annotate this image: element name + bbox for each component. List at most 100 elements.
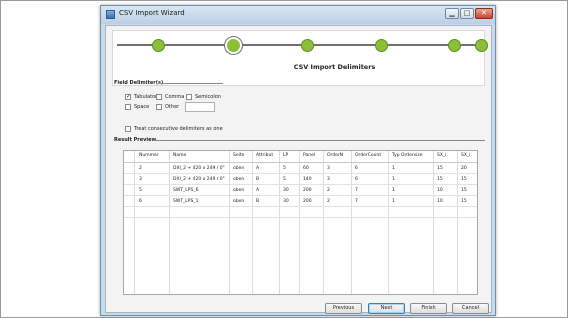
table-row[interactable]: 5 SWT_LPS_6 oben A 30 200 2 7 1 10 15 [124, 185, 477, 196]
cell-lp: 5 [283, 166, 286, 171]
cell-ordern: 2 [327, 199, 330, 204]
cell-panel: 200 [303, 188, 312, 193]
step-6-icon [475, 39, 488, 52]
other-delimiter-input[interactable] [185, 102, 215, 112]
treat-consecutive-checkbox[interactable] [125, 126, 131, 132]
semicolon-label: Semicolon [195, 94, 221, 100]
table-row[interactable]: 2 DXI_2 + 420 x 249 / 0° oben A 5 60 3 6… [124, 163, 477, 174]
wizard-content: CSV Import Delimiters Field Delimiter(s)… [105, 25, 492, 314]
cell-sx-l: 10 [437, 199, 443, 204]
space-checkbox[interactable] [125, 104, 131, 110]
title-bar[interactable]: CSV Import Wizard ▁ □ ✕ [101, 6, 495, 24]
cell-panel: 200 [303, 199, 312, 204]
comma-label: Comma [165, 94, 185, 100]
column-header-nummer[interactable]: Nummer [139, 153, 159, 158]
minimize-button[interactable]: ▁ [445, 8, 459, 19]
cell-seite: oben [233, 166, 245, 171]
table-row[interactable]: 6 SWT_LPS_1 oben B 30 200 2 7 1 10 15 [124, 196, 477, 207]
column-header-ordern[interactable]: OrderN [327, 153, 343, 158]
cell-ordern: 3 [327, 177, 330, 182]
next-button[interactable]: Next [368, 303, 405, 314]
field-delimiters-rule [158, 83, 223, 84]
result-preview-rule [153, 140, 485, 141]
cell-ordercount: 6 [355, 177, 358, 182]
cell-nummer: 5 [139, 188, 142, 193]
column-header-ordercount[interactable]: OrderCount [355, 153, 381, 158]
screenshot-frame: CSV Import Wizard ▁ □ ✕ CSV Import Delim… [0, 0, 568, 318]
space-label: Space [134, 104, 150, 110]
step-4-icon [375, 39, 388, 52]
cell-lp: 30 [283, 188, 289, 193]
table-row[interactable]: 3 DXI_2 + 420 x 249 / 0° oben B 5 140 3 … [124, 174, 477, 185]
table-row-empty[interactable] [124, 207, 477, 218]
cell-attribut: A [256, 188, 260, 193]
column-header-name[interactable]: Name [173, 153, 186, 158]
step-title: CSV Import Delimiters [293, 63, 376, 71]
cell-attribut: B [256, 199, 260, 204]
tabulator-label: Tabulator [134, 94, 158, 100]
column-header-sx-l[interactable]: SX_l [437, 153, 446, 158]
cell-attribut: B [256, 177, 260, 182]
field-delimiters-title: Field Delimiter(s) [114, 80, 164, 86]
cell-name: DXI_2 + 420 x 249 / 0° [173, 166, 225, 171]
cell-ordercount: 6 [355, 166, 358, 171]
finish-button[interactable]: Finish [410, 303, 447, 314]
cell-seite: oben [233, 199, 245, 204]
result-preview-title: Result Preview [114, 137, 157, 143]
cell-name: DXI_2 + 420 x 249 / 0° [173, 177, 225, 182]
step-2-icon-active [225, 37, 242, 54]
step-5-icon [448, 39, 461, 52]
column-header-seite[interactable]: Seite [233, 153, 244, 158]
cell-nummer: 3 [139, 177, 142, 182]
cell-sx-l-2: 15 [461, 188, 467, 193]
cell-nummer: 2 [139, 166, 142, 171]
cell-seite: oben [233, 177, 245, 182]
cell-typ-ordersize: 1 [392, 199, 395, 204]
step-1-icon [152, 39, 165, 52]
cell-sx-l: 10 [437, 188, 443, 193]
comma-checkbox[interactable] [156, 94, 162, 100]
cell-nummer: 6 [139, 199, 142, 204]
cell-typ-ordersize: 1 [392, 166, 395, 171]
app-icon [106, 10, 115, 19]
cell-lp: 30 [283, 199, 289, 204]
cell-ordern: 2 [327, 188, 330, 193]
window-title: CSV Import Wizard [119, 9, 185, 17]
column-header-lp[interactable]: LP [283, 153, 288, 158]
cell-name: SWT_LPS_1 [173, 199, 199, 204]
cell-seite: oben [233, 188, 245, 193]
cell-ordercount: 7 [355, 199, 358, 204]
cancel-button[interactable]: Cancel [452, 303, 489, 314]
column-header-sx-l-2[interactable]: SX_l [461, 153, 470, 158]
result-preview-table[interactable]: Nummer Name Seite Attribut LP Panel Orde… [123, 150, 478, 295]
cell-panel: 140 [303, 177, 312, 182]
cell-name: SWT_LPS_6 [173, 188, 199, 193]
cell-typ-ordersize: 1 [392, 188, 395, 193]
column-header-attribut[interactable]: Attribut [256, 153, 273, 158]
cell-sx-l: 15 [437, 166, 443, 171]
cell-ordern: 3 [327, 166, 330, 171]
other-checkbox[interactable] [156, 104, 162, 110]
tabulator-checkbox[interactable]: ✓ [125, 94, 131, 100]
semicolon-checkbox[interactable] [186, 94, 192, 100]
cell-attribut: A [256, 166, 260, 171]
cell-sx-l: 15 [437, 177, 443, 182]
cell-ordercount: 7 [355, 188, 358, 193]
cell-lp: 5 [283, 177, 286, 182]
treat-consecutive-label: Treat consecutive delimiters as one [134, 126, 223, 132]
close-button[interactable]: ✕ [475, 8, 493, 19]
previous-button[interactable]: Previous [325, 303, 362, 314]
cell-sx-l-2: 15 [461, 177, 467, 182]
cell-panel: 60 [303, 166, 309, 171]
maximize-button[interactable]: □ [460, 8, 474, 19]
column-header-typ-ordersize[interactable]: Typ Ordersize [392, 153, 423, 158]
cell-typ-ordersize: 1 [392, 177, 395, 182]
other-label: Other [165, 104, 180, 110]
step-progress: CSV Import Delimiters [112, 30, 488, 86]
column-header-panel[interactable]: Panel [303, 153, 315, 158]
cell-sx-l-2: 20 [461, 166, 467, 171]
step-track [117, 44, 482, 46]
csv-import-wizard-window: CSV Import Wizard ▁ □ ✕ CSV Import Delim… [100, 5, 496, 316]
cell-sx-l-2: 15 [461, 199, 467, 204]
step-3-icon [301, 39, 314, 52]
